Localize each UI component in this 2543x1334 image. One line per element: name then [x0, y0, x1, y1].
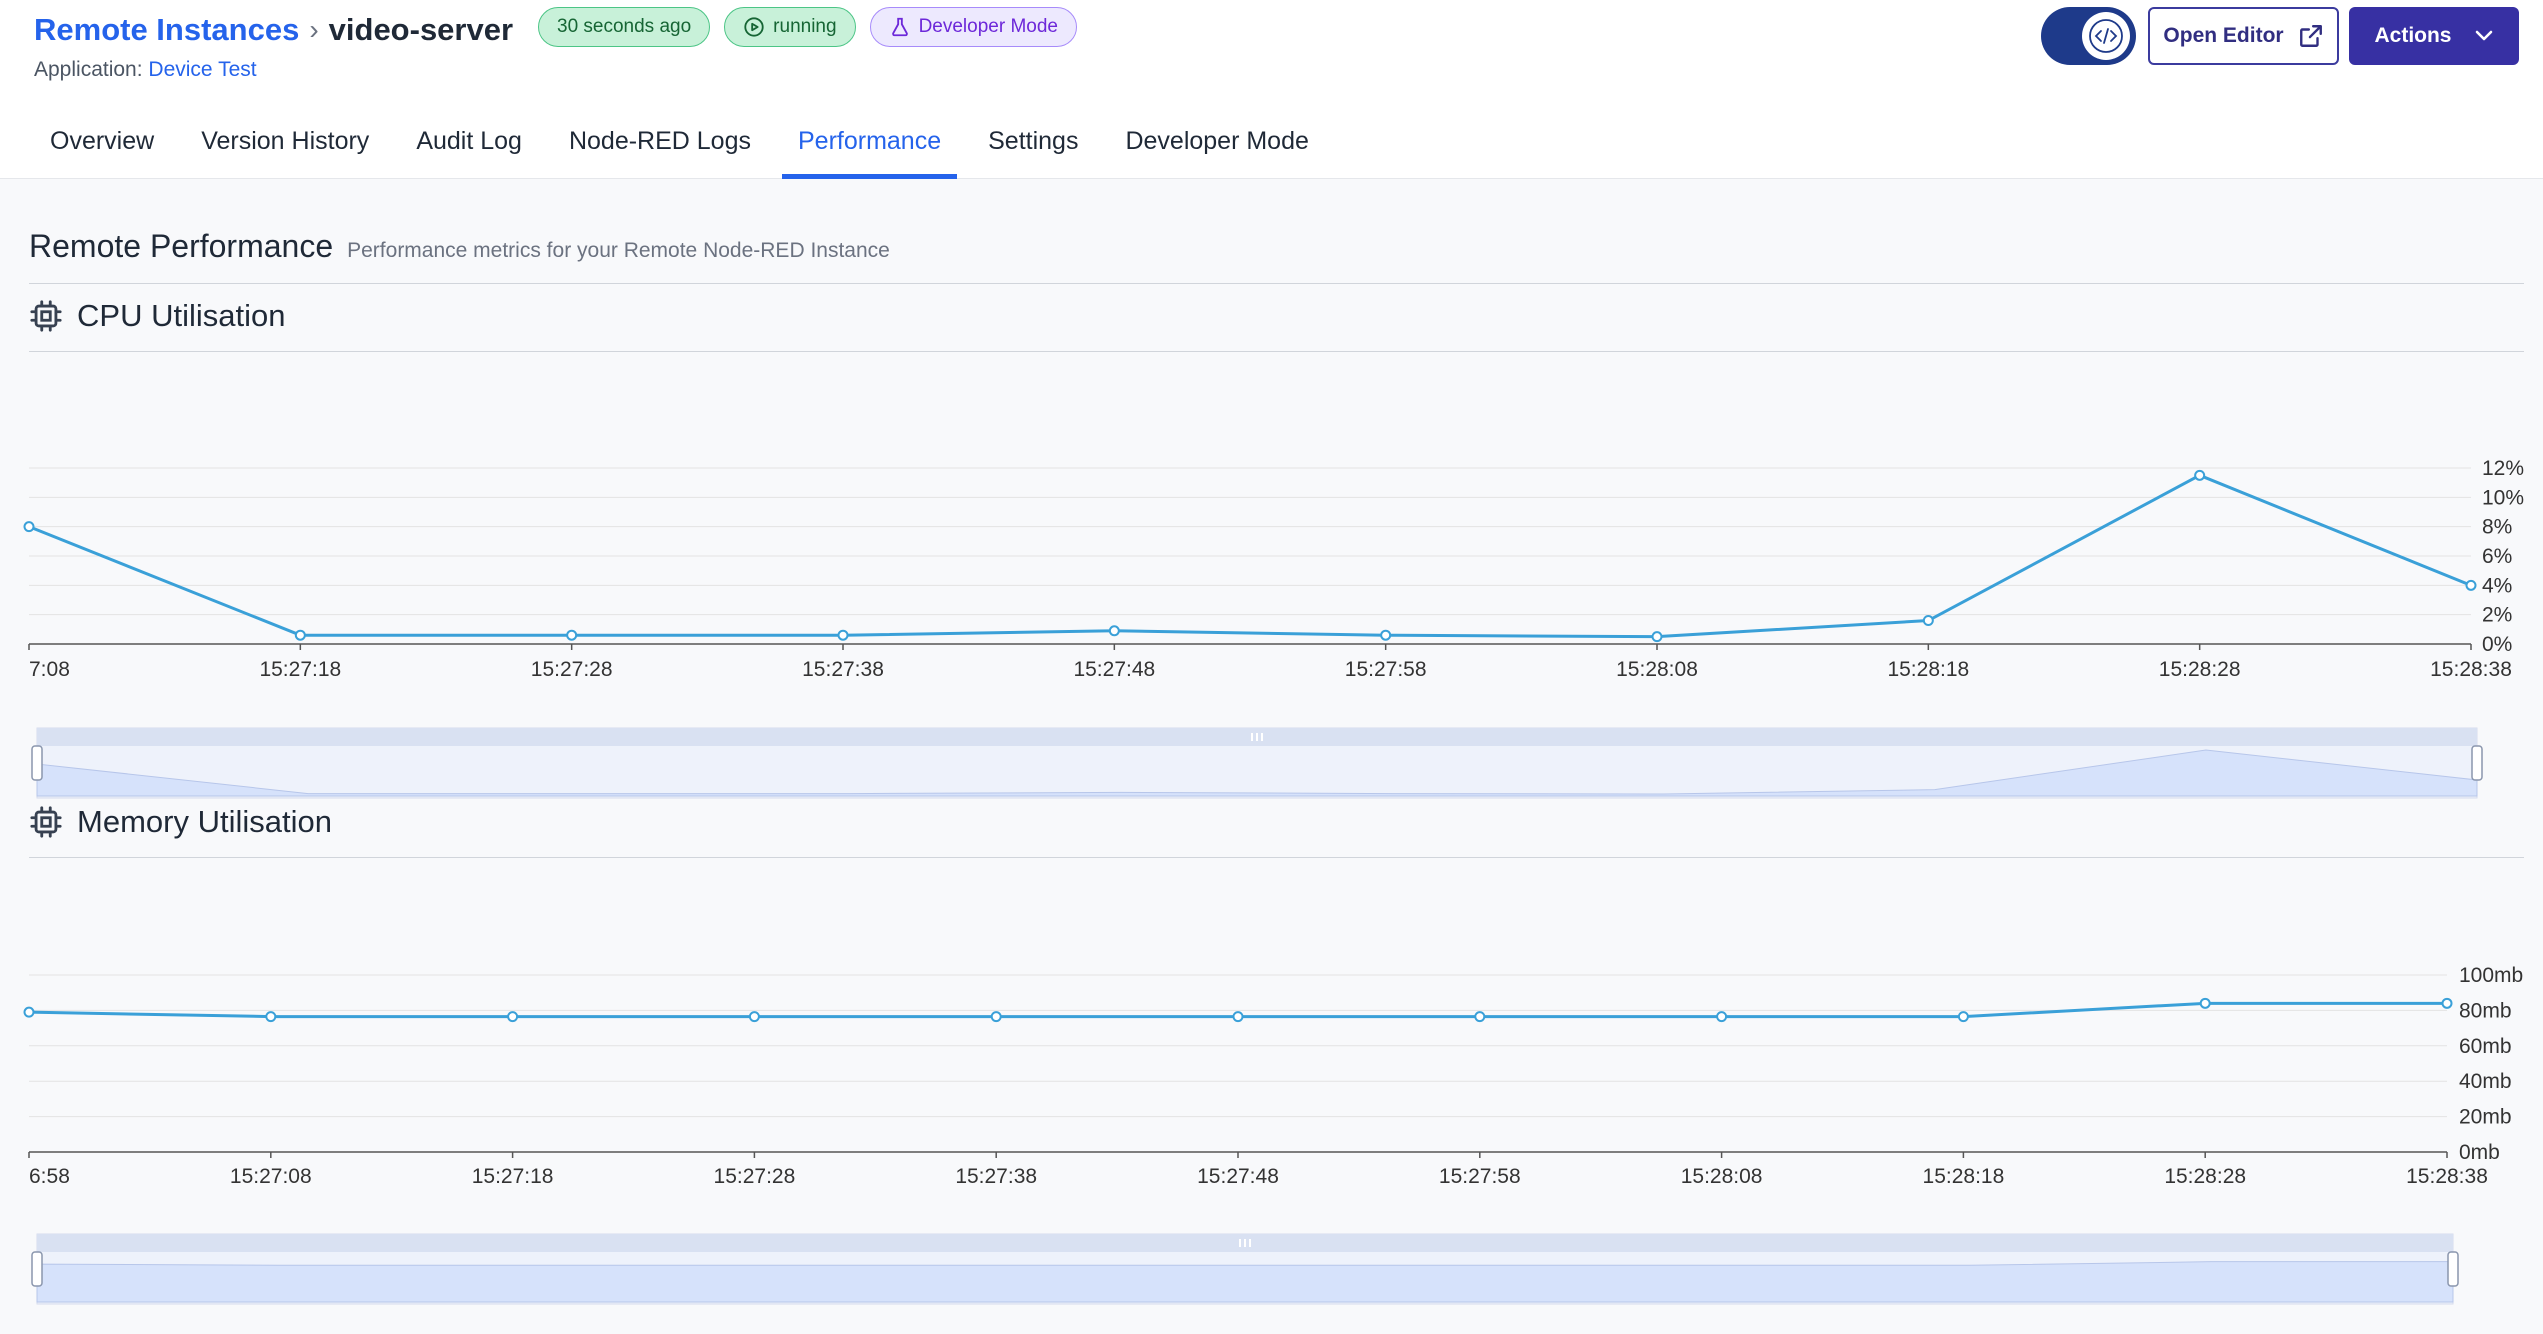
y-tick-label: 100mb	[2459, 964, 2523, 987]
performance-charts: 0% 2% 4% 6% 8% 10% 12% 7:08 15:27:18 15:27:28 15:2…	[23, 457, 2524, 1305]
x-tick-label: 15:28:38	[2430, 658, 2512, 681]
y-tick-label: 0mb	[2459, 1141, 2500, 1164]
data-point[interactable]	[837, 629, 849, 641]
y-tick-label: 0%	[2482, 633, 2512, 656]
x-tick-label: 15:27:18	[472, 1165, 554, 1188]
y-tick-label: 10%	[2482, 486, 2524, 509]
data-point[interactable]	[2465, 579, 2477, 591]
data-point[interactable]	[566, 629, 578, 641]
data-point[interactable]	[1232, 1011, 1244, 1023]
zoom-handle-right[interactable]	[2447, 1251, 2459, 1287]
x-tick-label: 15:27:58	[1439, 1165, 1521, 1188]
x-tick-label: 7:08	[29, 658, 70, 681]
data-point[interactable]	[294, 629, 306, 641]
data-point[interactable]	[1651, 631, 1663, 643]
zoom-handle-left[interactable]	[31, 745, 43, 781]
data-point[interactable]	[265, 1011, 277, 1023]
data-point[interactable]	[1108, 625, 1120, 637]
y-tick-label: 60mb	[2459, 1035, 2512, 1058]
x-tick-label: 15:28:18	[1887, 658, 1969, 681]
x-tick-label: 15:27:38	[802, 658, 884, 681]
zoom-preview-area	[36, 1261, 2454, 1303]
x-tick-label: 15:28:18	[1923, 1165, 2005, 1188]
y-tick-label: 20mb	[2459, 1106, 2512, 1129]
x-tick-label: 15:28:28	[2164, 1165, 2246, 1188]
x-tick-label: 15:28:08	[1616, 658, 1698, 681]
x-tick-label: 15:28:38	[2406, 1165, 2488, 1188]
y-tick-label: 4%	[2482, 574, 2512, 597]
zoom-handle-left[interactable]	[31, 1251, 43, 1287]
x-tick-label: 15:28:08	[1681, 1165, 1763, 1188]
data-point[interactable]	[1474, 1011, 1486, 1023]
data-point[interactable]	[2194, 469, 2206, 481]
data-point[interactable]	[2441, 997, 2453, 1009]
x-tick-label: 15:28:28	[2159, 658, 2241, 681]
y-tick-label: 80mb	[2459, 999, 2512, 1022]
data-point[interactable]	[1716, 1011, 1728, 1023]
data-point[interactable]	[1922, 615, 1934, 627]
data-point[interactable]	[23, 521, 35, 533]
y-tick-label: 40mb	[2459, 1070, 2512, 1093]
x-tick-label: 15:27:18	[259, 658, 341, 681]
zoom-handle-right[interactable]	[2471, 745, 2483, 781]
data-point[interactable]	[2199, 997, 2211, 1009]
data-point[interactable]	[748, 1011, 760, 1023]
x-tick-label: 15:27:48	[1073, 658, 1155, 681]
data-point[interactable]	[23, 1006, 35, 1018]
x-tick-label: 15:27:28	[714, 1165, 796, 1188]
x-tick-label: 15:27:08	[230, 1165, 312, 1188]
data-point[interactable]	[1380, 629, 1392, 641]
y-tick-label: 12%	[2482, 457, 2524, 480]
x-tick-label: 15:27:48	[1197, 1165, 1279, 1188]
data-point[interactable]	[990, 1011, 1002, 1023]
y-tick-label: 2%	[2482, 604, 2512, 627]
data-point[interactable]	[507, 1011, 519, 1023]
y-tick-label: 6%	[2482, 545, 2512, 568]
x-tick-label: 6:58	[29, 1165, 70, 1188]
x-tick-label: 15:27:58	[1345, 658, 1427, 681]
y-tick-label: 8%	[2482, 516, 2512, 539]
x-tick-label: 15:27:28	[531, 658, 613, 681]
data-point[interactable]	[1957, 1011, 1969, 1023]
x-tick-label: 15:27:38	[955, 1165, 1037, 1188]
